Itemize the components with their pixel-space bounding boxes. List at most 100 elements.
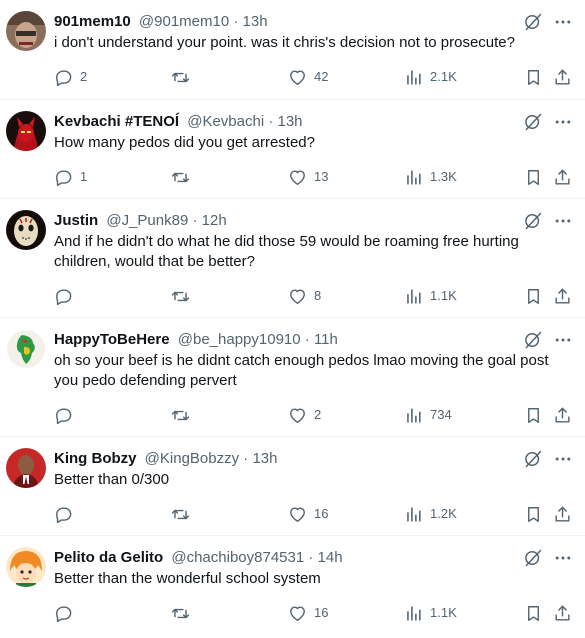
reply-button[interactable]: [54, 405, 80, 425]
avatar[interactable]: [6, 329, 46, 369]
action-bar: 16 1.1K: [54, 603, 585, 623]
user-handle[interactable]: @chachiboy874531: [171, 549, 304, 566]
reply-tweet[interactable]: Kevbachi #TENOÍ @Kevbachi · 13h How many…: [0, 100, 585, 199]
avatar[interactable]: [6, 547, 46, 587]
tweet-text-line: children, would that be better?: [54, 253, 255, 270]
share-button[interactable]: [553, 603, 572, 623]
retweet-button[interactable]: [171, 603, 197, 623]
views-button[interactable]: 1.3K: [404, 167, 457, 187]
timestamp[interactable]: 13h: [278, 113, 303, 130]
timestamp[interactable]: 12h: [202, 212, 227, 229]
bookmark-button[interactable]: [524, 405, 543, 425]
grok-icon[interactable]: [523, 330, 543, 350]
view-count: 1.1K: [430, 605, 457, 620]
user-handle[interactable]: @J_Punk89: [106, 212, 188, 229]
retweet-button[interactable]: [171, 405, 197, 425]
separator-dot: ·: [243, 450, 249, 467]
avatar[interactable]: [6, 11, 46, 51]
timestamp[interactable]: 14h: [318, 549, 343, 566]
like-button[interactable]: 2: [288, 405, 321, 425]
grok-icon[interactable]: [523, 449, 543, 469]
like-count: 8: [314, 288, 322, 303]
user-handle[interactable]: @Kevbachi: [187, 113, 264, 130]
like-button[interactable]: 16: [288, 504, 328, 524]
share-button[interactable]: [553, 167, 572, 187]
bookmark-icon: [524, 68, 543, 87]
more-icon[interactable]: [553, 112, 573, 132]
share-icon: [553, 168, 572, 187]
like-button[interactable]: 13: [288, 167, 328, 187]
like-button[interactable]: 8: [288, 286, 321, 306]
reply-tweet[interactable]: 901mem10 @901mem10 · 13h i don't underst…: [0, 0, 585, 100]
more-icon[interactable]: [553, 330, 573, 350]
grok-icon[interactable]: [523, 12, 543, 32]
separator-dot: ·: [192, 212, 198, 229]
bookmark-button[interactable]: [524, 167, 543, 187]
timestamp[interactable]: 11h: [314, 331, 338, 348]
display-name[interactable]: King Bobzy: [54, 450, 137, 467]
avatar[interactable]: [6, 111, 46, 151]
user-handle[interactable]: @be_happy10910: [178, 331, 301, 348]
grok-icon[interactable]: [523, 112, 543, 132]
share-button[interactable]: [553, 504, 572, 524]
display-name[interactable]: Kevbachi #TENOÍ: [54, 113, 179, 130]
reply-tweet[interactable]: King Bobzy @KingBobzzy · 13h Better than…: [0, 437, 585, 536]
retweet-button[interactable]: [171, 504, 197, 524]
like-count: 16: [314, 506, 329, 521]
share-button[interactable]: [553, 67, 572, 87]
reply-button[interactable]: [54, 286, 80, 306]
more-icon[interactable]: [553, 211, 573, 231]
tweet-text: oh so your beef is he didnt catch enough…: [54, 351, 564, 391]
reply-button[interactable]: 1: [54, 167, 87, 187]
like-count: 2: [314, 407, 322, 422]
views-button[interactable]: 1.2K: [404, 504, 457, 524]
views-button[interactable]: 734: [404, 405, 452, 425]
more-icon[interactable]: [553, 12, 573, 32]
views-button[interactable]: 2.1K: [404, 67, 457, 87]
like-button[interactable]: 16: [288, 603, 328, 623]
views-chart-icon: [404, 287, 423, 306]
more-icon[interactable]: [553, 548, 573, 568]
bookmark-button[interactable]: [524, 67, 543, 87]
tweet-text-line: oh so your beef is he didnt catch enough…: [54, 352, 549, 369]
bookmark-button[interactable]: [524, 504, 543, 524]
heart-icon: [288, 604, 307, 623]
tweet-text: Better than 0/300: [54, 470, 564, 490]
reply-icon: [54, 287, 73, 306]
heart-icon: [288, 168, 307, 187]
display-name[interactable]: 901mem10: [54, 13, 131, 30]
display-name[interactable]: HappyToBeHere: [54, 331, 170, 348]
reply-button[interactable]: [54, 603, 80, 623]
avatar[interactable]: [6, 448, 46, 488]
views-button[interactable]: 1.1K: [404, 603, 457, 623]
like-button[interactable]: 42: [288, 67, 328, 87]
tweet-header: Kevbachi #TENOÍ @Kevbachi · 13h: [54, 112, 303, 132]
avatar[interactable]: [6, 210, 46, 250]
retweet-button[interactable]: [171, 67, 197, 87]
bookmark-button[interactable]: [524, 603, 543, 623]
view-count: 734: [430, 407, 452, 422]
timestamp[interactable]: 13h: [252, 450, 277, 467]
share-button[interactable]: [553, 405, 572, 425]
share-button[interactable]: [553, 286, 572, 306]
reply-button[interactable]: 2: [54, 67, 87, 87]
more-icon[interactable]: [553, 449, 573, 469]
grok-icon[interactable]: [523, 548, 543, 568]
user-handle[interactable]: @KingBobzzy: [145, 450, 239, 467]
views-button[interactable]: 1.1K: [404, 286, 457, 306]
tweet-text-line: Better than 0/300: [54, 471, 170, 488]
reply-button[interactable]: [54, 504, 80, 524]
reply-tweet[interactable]: Justin @J_Punk89 · 12h And if he didn't …: [0, 199, 585, 318]
separator-dot: ·: [233, 13, 239, 30]
display-name[interactable]: Pelito da Gelito: [54, 549, 163, 566]
bookmark-button[interactable]: [524, 286, 543, 306]
timestamp[interactable]: 13h: [243, 13, 268, 30]
display-name[interactable]: Justin: [54, 212, 98, 229]
grok-icon[interactable]: [523, 211, 543, 231]
reply-tweet[interactable]: Pelito da Gelito @chachiboy874531 · 14h …: [0, 536, 585, 638]
tweet-text: Better than the wonderful school system: [54, 569, 564, 589]
user-handle[interactable]: @901mem10: [139, 13, 229, 30]
retweet-button[interactable]: [171, 167, 197, 187]
retweet-button[interactable]: [171, 286, 197, 306]
reply-tweet[interactable]: HappyToBeHere @be_happy10910 · 11h oh so…: [0, 318, 585, 437]
